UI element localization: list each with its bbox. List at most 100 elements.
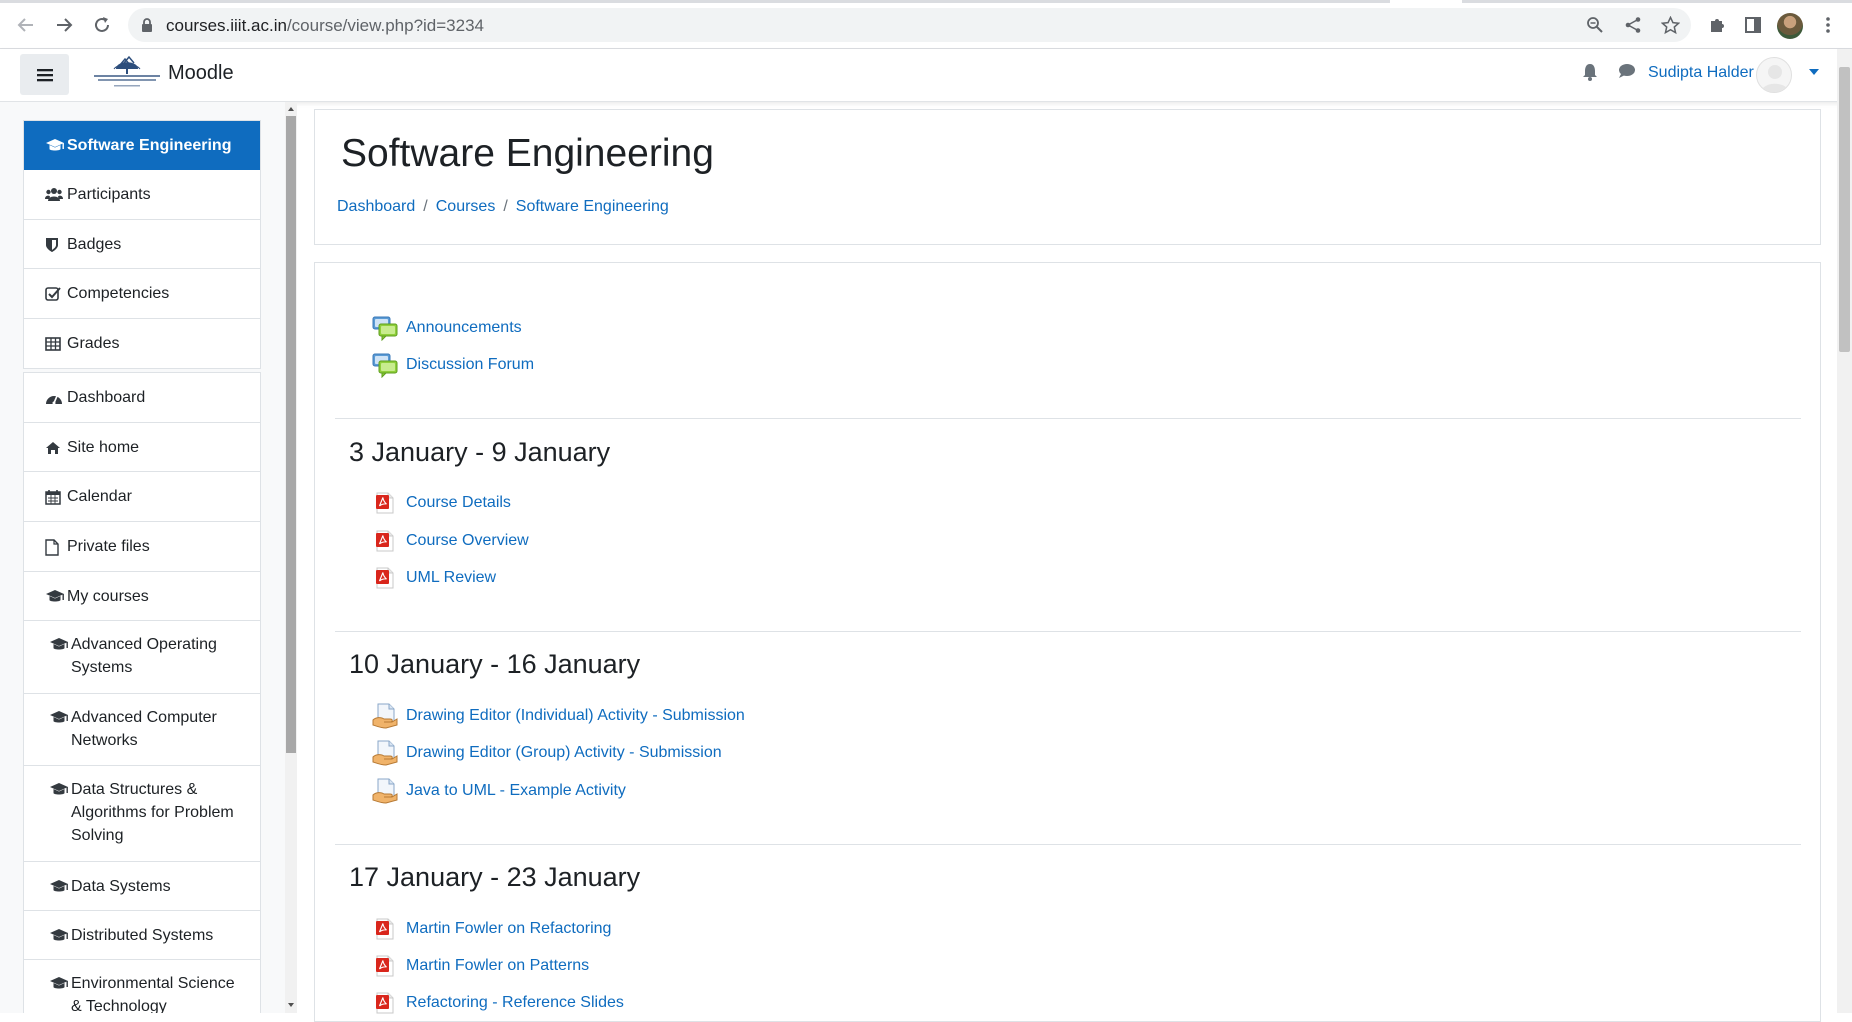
page-scrollbar-thumb[interactable] — [1839, 67, 1850, 352]
sidebar-item-software-engineering[interactable]: Software Engineering — [24, 121, 260, 170]
sidebar-item-data-structures-algorithms[interactable]: Data Structures & Algorithms for Problem… — [24, 766, 260, 862]
sidebar-item-environmental-science[interactable]: Environmental Science & Technology — [24, 960, 260, 1013]
zoom-button[interactable] — [1585, 15, 1605, 35]
iiit-logo[interactable] — [92, 55, 162, 93]
breadcrumb-course[interactable]: Software Engineering — [516, 198, 669, 215]
sidebar-item-private-files[interactable]: Private files — [24, 522, 260, 572]
sidebar-item-calendar[interactable]: Calendar — [24, 472, 260, 522]
activity-course-details[interactable]: Course Details — [372, 490, 511, 516]
calendar-icon — [45, 487, 67, 507]
sidebar-item-my-courses[interactable]: My courses — [24, 572, 260, 621]
browser-profile-avatar[interactable] — [1777, 13, 1803, 39]
nav-drawer: Software Engineering Participants Badges… — [0, 102, 297, 1013]
scroll-down-arrow-icon[interactable] — [285, 1000, 297, 1010]
user-avatar[interactable] — [1756, 57, 1792, 93]
zoom-icon — [1587, 17, 1603, 33]
page-header: Software Engineering Dashboard / Courses / S… — [314, 109, 1821, 245]
activity-fowler-patterns[interactable]: Martin Fowler on Patterns — [372, 953, 589, 979]
sidebar-item-badges[interactable]: Badges — [24, 220, 260, 269]
section-divider — [335, 844, 1801, 845]
sidebar-item-label: Private files — [67, 538, 150, 555]
bookmark-button[interactable] — [1660, 15, 1680, 35]
address-bar[interactable]: courses.iiit.ac.in/course/view.php?id=32… — [128, 8, 1691, 42]
drawer-toggle-button[interactable] — [20, 54, 69, 95]
graduation-cap-icon — [45, 136, 67, 156]
section-title[interactable]: 3 January - 9 January — [349, 437, 610, 468]
activity-java-to-uml[interactable]: Java to UML - Example Activity — [372, 778, 626, 804]
caret-down-icon[interactable] — [1809, 69, 1819, 75]
activity-refactoring-slides[interactable]: Refactoring - Reference Slides — [372, 990, 624, 1016]
forum-icon — [372, 352, 398, 378]
browser-menu-button[interactable] — [1816, 13, 1840, 37]
course-content: Announcements Discussion Forum 3 January… — [314, 262, 1821, 1022]
activity-drawing-editor-individual[interactable]: Drawing Editor (Individual) Activity - S… — [372, 703, 745, 729]
share-button[interactable] — [1623, 15, 1643, 35]
side-panel-button[interactable] — [1741, 13, 1765, 37]
tab-strip-edge — [1462, 0, 1852, 3]
reload-button[interactable] — [88, 11, 116, 39]
breadcrumb: Dashboard / Courses / Software Engineering — [337, 198, 669, 216]
site-name[interactable]: Moodle — [168, 62, 234, 85]
activity-link[interactable]: Martin Fowler on Refactoring — [406, 920, 611, 938]
activity-discussion-forum[interactable]: Discussion Forum — [372, 352, 534, 378]
back-button[interactable] — [12, 11, 40, 39]
sidebar-item-label: Site home — [67, 439, 140, 456]
sidebar-item-label: Grades — [67, 335, 120, 352]
users-icon — [45, 185, 67, 205]
page-scrollbar[interactable] — [1837, 49, 1852, 1013]
activity-link[interactable]: Discussion Forum — [406, 356, 534, 374]
extensions-button[interactable] — [1705, 13, 1729, 37]
section-divider — [335, 418, 1801, 419]
sidebar-item-site-home[interactable]: Site home — [24, 423, 260, 472]
sidebar-item-advanced-operating-systems[interactable]: Advanced Operating Systems — [24, 621, 260, 694]
activity-link[interactable]: Drawing Editor (Individual) Activity - S… — [406, 707, 745, 725]
graduation-cap-icon — [45, 587, 67, 607]
activity-drawing-editor-group[interactable]: Drawing Editor (Group) Activity - Submis… — [372, 740, 722, 766]
breadcrumb-dashboard[interactable]: Dashboard — [337, 198, 415, 215]
sidebar-item-label: Advanced Operating Systems — [71, 636, 217, 676]
activity-fowler-refactoring[interactable]: Martin Fowler on Refactoring — [372, 916, 611, 942]
home-icon — [45, 438, 67, 458]
graduation-cap-icon — [49, 780, 71, 800]
drawer-scrollbar[interactable] — [285, 102, 297, 1013]
graduation-cap-icon — [49, 877, 71, 897]
lock-icon — [142, 18, 152, 32]
user-menu-name[interactable]: Sudipta Halder — [1648, 64, 1754, 82]
sidebar-item-advanced-computer-networks[interactable]: Advanced Computer Networks — [24, 694, 260, 766]
breadcrumb-courses[interactable]: Courses — [436, 198, 496, 215]
assignment-icon — [372, 740, 398, 766]
activity-link[interactable]: Course Details — [406, 494, 511, 512]
activity-link[interactable]: Refactoring - Reference Slides — [406, 994, 624, 1012]
share-icon — [1625, 17, 1641, 33]
sidebar-item-dashboard[interactable]: Dashboard — [24, 373, 260, 423]
chat-icon[interactable] — [1618, 63, 1636, 79]
scroll-up-arrow-icon[interactable] — [285, 104, 297, 114]
activity-link[interactable]: UML Review — [406, 569, 496, 587]
activity-announcements[interactable]: Announcements — [372, 315, 522, 341]
sidebar-item-label: Software Engineering — [67, 137, 232, 154]
forward-button[interactable] — [50, 11, 78, 39]
sidebar-item-competencies[interactable]: Competencies — [24, 269, 260, 319]
section-title[interactable]: 17 January - 23 January — [349, 862, 640, 893]
sidebar-item-label: Data Structures & Algorithms for Problem… — [71, 781, 234, 844]
activity-link[interactable]: Drawing Editor (Group) Activity - Submis… — [406, 744, 722, 762]
section-title[interactable]: 10 January - 16 January — [349, 649, 640, 680]
activity-link[interactable]: Java to UML - Example Activity — [406, 782, 626, 800]
activity-link[interactable]: Announcements — [406, 319, 522, 337]
activity-uml-review[interactable]: UML Review — [372, 565, 496, 591]
activity-link[interactable]: Course Overview — [406, 532, 529, 550]
activity-course-overview[interactable]: Course Overview — [372, 528, 529, 554]
sidebar-item-participants[interactable]: Participants — [24, 170, 260, 220]
drawer-scrollbar-thumb[interactable] — [286, 116, 296, 753]
sidebar-item-distributed-systems[interactable]: Distributed Systems — [24, 911, 260, 960]
sidebar-item-label: My courses — [67, 588, 149, 605]
bell-icon[interactable] — [1582, 63, 1598, 81]
activity-link[interactable]: Martin Fowler on Patterns — [406, 957, 589, 975]
sidebar-item-label: Calendar — [67, 488, 132, 505]
browser-toolbar: courses.iiit.ac.in/course/view.php?id=32… — [0, 0, 1852, 49]
sidebar-item-grades[interactable]: Grades — [24, 319, 260, 368]
sidebar-item-label: Dashboard — [67, 389, 146, 406]
sidebar-item-data-systems[interactable]: Data Systems — [24, 862, 260, 911]
graduation-cap-icon — [49, 926, 71, 946]
check-square-icon — [45, 284, 67, 304]
